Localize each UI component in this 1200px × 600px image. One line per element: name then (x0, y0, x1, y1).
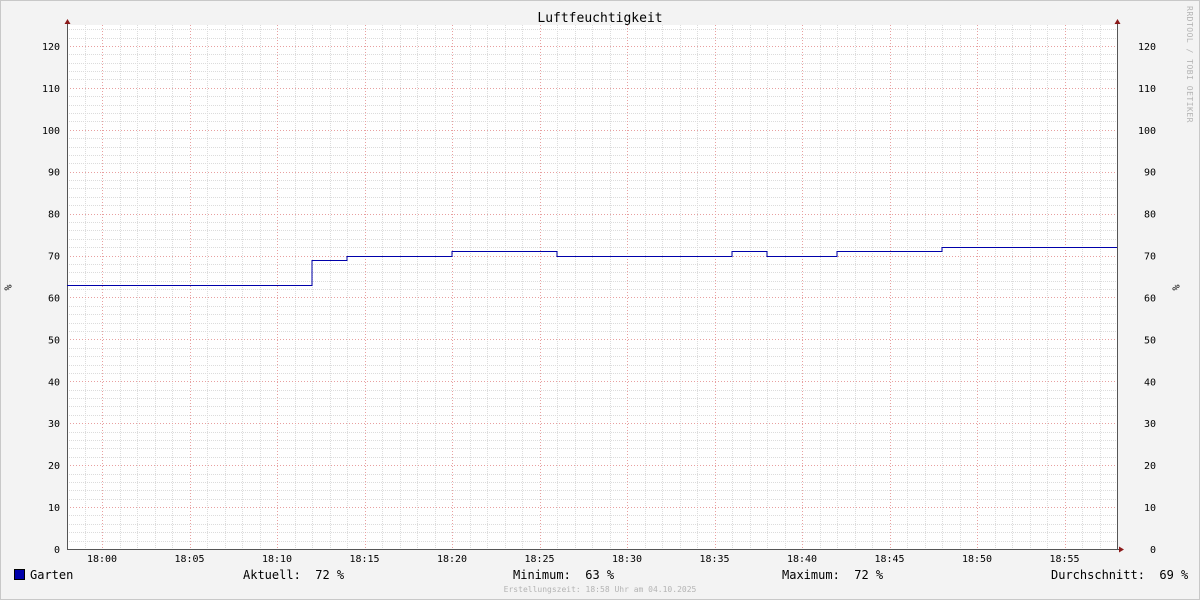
y-axis-arrow-right (1114, 19, 1121, 24)
legend-durchschnitt: Durchschnitt: 69 % (1051, 568, 1189, 582)
y-tick-label-right: 110 (1138, 84, 1156, 95)
y-tick-label-right: 0 (1150, 545, 1156, 556)
legend-series-name: Garten (30, 568, 74, 582)
y-tick-label-right: 10 (1144, 503, 1156, 514)
y-tick-label-right: 90 (1144, 168, 1156, 179)
footer-timestamp: Erstellungszeit: 18:58 Uhr am 04.10.2025 (503, 585, 697, 594)
y-tick-label-left: 80 (48, 210, 60, 221)
x-tick-label: 18:15 (349, 554, 379, 565)
y-tick-label-left: 110 (42, 84, 60, 95)
y-tick-label-right: 70 (1144, 252, 1156, 263)
x-tick-label: 18:45 (874, 554, 904, 565)
y-tick-label-right: 50 (1144, 335, 1156, 346)
x-tick-label: 18:40 (787, 554, 817, 565)
y-tick-label-right: 40 (1144, 377, 1156, 388)
x-tick-label: 18:50 (962, 554, 992, 565)
y-tick-label-left: 100 (42, 126, 60, 137)
y-tick-label-left: 40 (48, 377, 60, 388)
y-tick-label-left: 90 (48, 168, 60, 179)
y-tick-label-left: 20 (48, 461, 60, 472)
y-tick-label-right: 20 (1144, 461, 1156, 472)
x-tick-label: 18:35 (699, 554, 729, 565)
x-tick-label: 18:05 (174, 554, 204, 565)
x-tick-label: 18:25 (524, 554, 554, 565)
y-tick-label-left: 30 (48, 419, 60, 430)
x-tick-label: 18:55 (1049, 554, 1079, 565)
y-tick-label-left: 120 (42, 42, 60, 53)
y-tick-label-left: 70 (48, 252, 60, 263)
y-tick-label-right: 80 (1144, 210, 1156, 221)
legend-maximum: Maximum: 72 % (782, 568, 884, 582)
y-tick-label-right: 120 (1138, 42, 1156, 53)
x-tick-label: 18:20 (437, 554, 467, 565)
x-tick-label: 18:10 (262, 554, 292, 565)
y-tick-label-right: 30 (1144, 419, 1156, 430)
y-tick-label-right: 100 (1138, 126, 1156, 137)
chart-plot: 0 0 10 10 20 20 30 30 40 40 50 50 60 60 70 70 80 80 90 90 10… (42, 19, 1156, 565)
y-axis-arrow-left (64, 19, 71, 24)
y-tick-label-left: 10 (48, 503, 60, 514)
x-tick-label: 18:30 (612, 554, 642, 565)
legend-minimum: Minimum: 63 % (513, 568, 615, 582)
x-axis-arrow (1119, 546, 1124, 553)
legend-swatch-garten (14, 569, 25, 580)
legend-aktuell: Aktuell: 72 % (243, 568, 345, 582)
y-tick-label-left: 60 (48, 293, 60, 304)
y-tick-label-right: 60 (1144, 293, 1156, 304)
y-tick-label-left: 50 (48, 335, 60, 346)
x-tick-label: 18:00 (87, 554, 117, 565)
y-tick-label-left: 0 (54, 545, 60, 556)
